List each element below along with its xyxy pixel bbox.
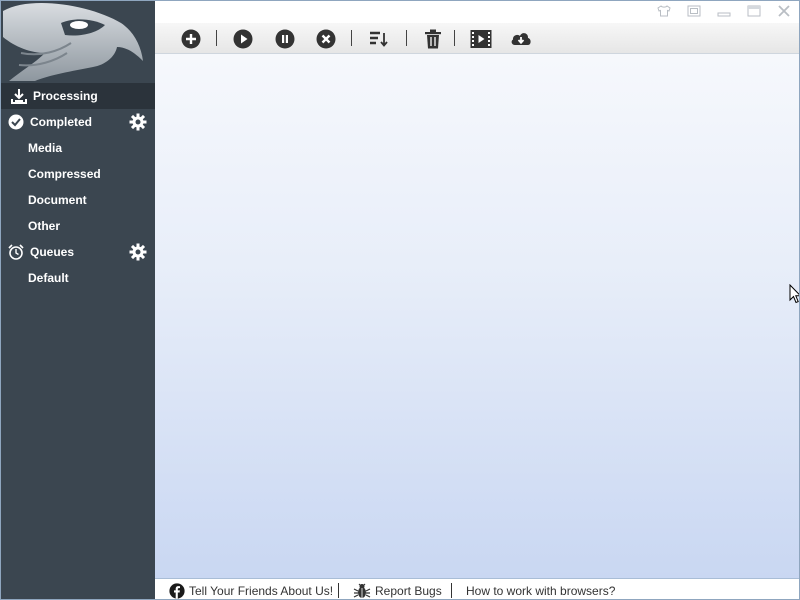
restore-icon[interactable] bbox=[683, 3, 705, 19]
report-bugs-label: Report Bugs bbox=[375, 583, 442, 598]
sidebar-item-queues[interactable]: Queues bbox=[1, 239, 155, 265]
tell-friends-label: Tell Your Friends About Us! bbox=[189, 583, 334, 598]
main-panel: Tell Your Friends About Us! Report Bugs … bbox=[155, 1, 799, 599]
sidebar-item-label: Completed bbox=[30, 115, 93, 129]
download-tray-icon bbox=[8, 83, 30, 109]
sidebar-item-label: Compressed bbox=[28, 167, 101, 181]
toolbar-separator bbox=[406, 30, 407, 46]
video-icon[interactable] bbox=[469, 27, 493, 51]
sidebar-item-label: Queues bbox=[30, 245, 75, 259]
stop-icon[interactable] bbox=[314, 27, 338, 51]
add-icon[interactable] bbox=[179, 27, 203, 51]
sidebar-item-document[interactable]: Document bbox=[1, 187, 155, 213]
sidebar-item-completed[interactable]: Completed bbox=[1, 109, 155, 135]
sidebar-item-media[interactable]: Media bbox=[1, 135, 155, 161]
app-window: Processing Completed Media Compressed Do… bbox=[0, 0, 800, 600]
sidebar-item-processing[interactable]: Processing bbox=[1, 83, 155, 109]
status-bar: Tell Your Friends About Us! Report Bugs … bbox=[155, 578, 799, 599]
gear-icon[interactable] bbox=[129, 243, 147, 261]
shirt-icon[interactable] bbox=[653, 3, 675, 19]
sidebar-item-other[interactable]: Other bbox=[1, 213, 155, 239]
report-bugs-link[interactable]: Report Bugs bbox=[353, 579, 442, 599]
browsers-help-label: How to work with browsers? bbox=[466, 583, 616, 598]
alarm-clock-icon bbox=[5, 239, 27, 265]
pause-icon[interactable] bbox=[273, 27, 297, 51]
check-circle-icon bbox=[5, 109, 27, 135]
window-controls bbox=[653, 3, 795, 19]
sidebar-item-label: Document bbox=[28, 193, 87, 207]
facebook-icon bbox=[169, 582, 185, 599]
sidebar-item-label: Processing bbox=[33, 89, 98, 103]
minimize-icon[interactable] bbox=[713, 3, 735, 19]
eagle-logo-icon bbox=[3, 2, 143, 82]
toolbar-separator bbox=[216, 30, 217, 46]
sidebar-item-label: Media bbox=[28, 141, 63, 155]
bug-icon bbox=[353, 583, 371, 599]
title-bar bbox=[155, 1, 799, 23]
statusbar-separator bbox=[451, 583, 452, 598]
toolbar-separator bbox=[454, 30, 455, 46]
browsers-help-link[interactable]: How to work with browsers? bbox=[466, 579, 616, 599]
sidebar-item-label: Default bbox=[28, 271, 69, 285]
mouse-cursor-icon bbox=[789, 284, 799, 304]
statusbar-separator bbox=[338, 583, 339, 598]
sidebar-nav: Processing Completed Media Compressed Do… bbox=[1, 83, 155, 291]
sidebar-item-compressed[interactable]: Compressed bbox=[1, 161, 155, 187]
maximize-icon[interactable] bbox=[743, 3, 765, 19]
toolbar bbox=[155, 23, 799, 54]
sidebar-item-default[interactable]: Default bbox=[1, 265, 155, 291]
sidebar: Processing Completed Media Compressed Do… bbox=[1, 1, 155, 599]
tell-friends-link[interactable]: Tell Your Friends About Us! bbox=[169, 579, 334, 599]
trash-icon[interactable] bbox=[421, 27, 445, 51]
cloud-download-icon[interactable] bbox=[509, 27, 533, 51]
gear-icon[interactable] bbox=[129, 113, 147, 131]
toolbar-separator bbox=[351, 30, 352, 46]
play-icon[interactable] bbox=[231, 27, 255, 51]
close-icon[interactable] bbox=[773, 3, 795, 19]
download-list-area[interactable] bbox=[155, 54, 799, 578]
sidebar-item-label: Other bbox=[28, 219, 61, 233]
sort-icon[interactable] bbox=[367, 27, 391, 51]
